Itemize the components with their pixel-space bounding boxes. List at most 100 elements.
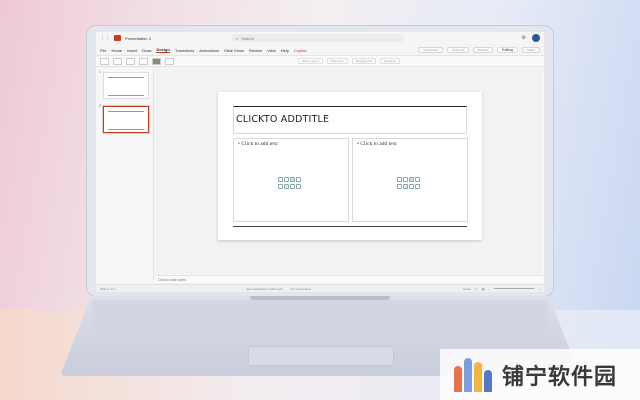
insert-table-icon[interactable] xyxy=(278,177,283,182)
insert-stock-image-icon[interactable] xyxy=(403,183,408,189)
design-ribbon: Slide Layout Slide Size Background Desig… xyxy=(96,55,544,67)
tab-draw[interactable]: Draw xyxy=(142,48,151,53)
slide-layout-button[interactable]: Slide Layout xyxy=(298,58,323,64)
theme-thumbnail[interactable] xyxy=(152,57,161,65)
brand-name: 铺宁软件园 xyxy=(502,364,618,390)
theme-thumbnail[interactable] xyxy=(113,57,122,65)
tab-slide-show[interactable]: Slide Show xyxy=(224,48,244,53)
tab-review[interactable]: Review xyxy=(249,48,262,53)
right-content-placeholder[interactable]: • Click to add text xyxy=(352,138,468,222)
brand-logo xyxy=(454,357,494,392)
thumbnail-number: 2 xyxy=(99,104,101,108)
search-icon: ⌕ xyxy=(236,35,239,41)
title-bar: ⋮⋮ Presentation 3 ⌕ Search ⚙ xyxy=(96,32,544,44)
brand-logo-bar xyxy=(474,361,482,392)
menu-right-actions: Comments Catch up Present Editing Share xyxy=(418,46,540,54)
insert-picture-icon[interactable] xyxy=(397,183,402,189)
catch-up-button[interactable]: Catch up xyxy=(446,47,469,53)
tab-file[interactable]: File xyxy=(100,48,106,53)
status-middle: Give Feedback to Microsoft Not Connected xyxy=(246,287,311,291)
thumb-rule xyxy=(108,77,144,78)
slide-footer-rule xyxy=(233,226,467,227)
theme-thumbnail[interactable] xyxy=(139,57,148,65)
powerpoint-app-icon xyxy=(114,35,121,41)
laptop-keyboard-deck xyxy=(92,300,548,342)
tab-design[interactable]: Design xyxy=(156,47,170,53)
editing-mode-button[interactable]: Editing xyxy=(497,47,518,53)
insert-icon-icon[interactable] xyxy=(415,183,420,189)
brand-watermark: 铺宁软件园 xyxy=(440,349,640,400)
slide-editing-canvas: CLICKTO ADDTITLE • Click to add text • C… xyxy=(156,68,542,274)
insert-smartart-icon[interactable] xyxy=(290,177,295,182)
tab-transitions[interactable]: Transitions xyxy=(175,48,194,53)
insert-picture-icon[interactable] xyxy=(278,183,283,189)
title-bar-right: ⚙ xyxy=(522,34,540,42)
brand-logo-bar xyxy=(464,357,472,392)
notes-pane[interactable]: Click to add notes xyxy=(156,275,542,283)
thumb-rule xyxy=(108,111,144,112)
thumbnail-number: 1 xyxy=(99,70,101,74)
title-placeholder[interactable]: CLICKTO ADDTITLE xyxy=(233,106,467,134)
background-button[interactable]: Background xyxy=(351,58,376,64)
slide-counter: Slide 2 of 2 xyxy=(100,286,116,291)
tab-help[interactable]: Help xyxy=(281,48,289,53)
connection-status: Not Connected xyxy=(290,286,311,291)
thumb-rule xyxy=(108,129,144,130)
tab-home[interactable]: Home xyxy=(111,48,122,53)
thumb-rule xyxy=(108,95,144,96)
zoom-slider[interactable] xyxy=(494,288,535,289)
status-right: Notes ▭ ▦ − + xyxy=(463,287,540,291)
designer-button[interactable]: Designer xyxy=(379,58,400,64)
notes-toggle[interactable]: Notes xyxy=(463,287,471,291)
insert-video-icon[interactable] xyxy=(409,183,414,189)
zoom-out-icon[interactable]: − xyxy=(488,287,490,291)
tab-animations[interactable]: Animations xyxy=(199,48,219,53)
normal-view-icon[interactable]: ▭ xyxy=(475,287,478,291)
insert-chart-icon[interactable] xyxy=(284,177,289,182)
zoom-in-icon[interactable]: + xyxy=(538,287,540,291)
slide-size-button[interactable]: Slide Size xyxy=(326,58,348,64)
theme-thumbnail[interactable] xyxy=(165,57,174,65)
document-title[interactable]: Presentation 3 xyxy=(125,36,151,41)
insert-chart-icon[interactable] xyxy=(403,177,408,182)
brand-logo-bar xyxy=(484,369,492,392)
insert-content-icons[interactable] xyxy=(278,177,302,189)
search-placeholder: Search xyxy=(241,35,254,41)
left-bullet-text: • Click to add text xyxy=(238,141,278,147)
right-bullet-text: • Click to add text xyxy=(357,141,397,147)
slide[interactable]: CLICKTO ADDTITLE • Click to add text • C… xyxy=(218,92,482,240)
right-bullet-label: Click to add text xyxy=(360,141,397,147)
user-avatar[interactable] xyxy=(532,34,540,42)
insert-3d-model-icon[interactable] xyxy=(296,177,301,182)
insert-stock-image-icon[interactable] xyxy=(284,183,289,189)
app-launcher-icon[interactable]: ⋮⋮ xyxy=(100,35,110,41)
present-button[interactable]: Present xyxy=(472,47,494,53)
settings-gear-icon[interactable]: ⚙ xyxy=(522,35,526,41)
laptop-screen: ⋮⋮ Presentation 3 ⌕ Search ⚙ File Home Ins… xyxy=(96,32,544,292)
insert-content-icons[interactable] xyxy=(397,177,421,189)
insert-3d-model-icon[interactable] xyxy=(415,177,420,182)
tab-view[interactable]: View xyxy=(267,48,276,53)
status-bar: Slide 2 of 2 Give Feedback to Microsoft … xyxy=(96,284,544,292)
search-box[interactable]: ⌕ Search xyxy=(232,34,404,42)
theme-thumbnail[interactable] xyxy=(126,57,135,65)
laptop-touchpad xyxy=(248,346,394,366)
tab-insert[interactable]: Insert xyxy=(127,48,137,53)
slide-title: CLICKTO ADDTITLE xyxy=(236,114,330,125)
insert-table-icon[interactable] xyxy=(397,177,402,182)
share-button[interactable]: Share xyxy=(521,47,540,53)
left-content-placeholder[interactable]: • Click to add text xyxy=(233,138,349,222)
ribbon-tabs: File Home Insert Draw Design Transitions Anima… xyxy=(96,46,544,54)
slide-thumbnail-2[interactable] xyxy=(103,106,149,133)
left-bullet-label: Click to add text xyxy=(241,141,278,147)
feedback-link[interactable]: Give Feedback to Microsoft xyxy=(246,287,283,291)
insert-video-icon[interactable] xyxy=(290,183,295,189)
sorter-view-icon[interactable]: ▦ xyxy=(482,287,485,291)
insert-icon-icon[interactable] xyxy=(296,183,301,189)
comments-button[interactable]: Comments xyxy=(418,47,443,53)
brand-logo-bar xyxy=(454,365,462,392)
tab-copilot[interactable]: Copilot xyxy=(294,48,306,53)
insert-smartart-icon[interactable] xyxy=(409,177,414,182)
slide-thumbnail-1[interactable] xyxy=(103,72,149,99)
theme-thumbnail[interactable] xyxy=(100,57,109,65)
